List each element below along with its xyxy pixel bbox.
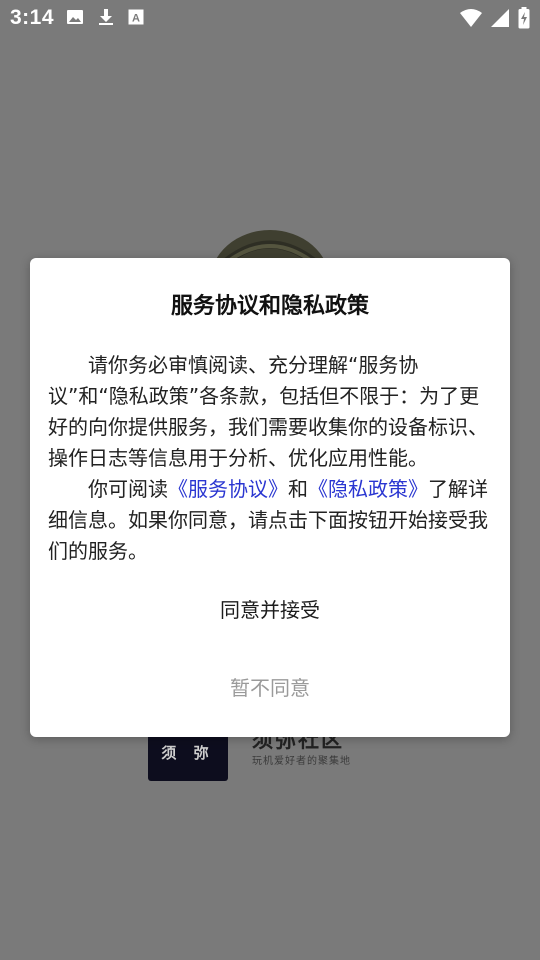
para2-and: 和 <box>288 477 308 501</box>
status-time: 3:14 <box>10 6 55 29</box>
svg-text:A: A <box>132 13 140 25</box>
text-icon: A <box>128 9 144 25</box>
brand-tagline: 玩机爱好者的聚集地 <box>252 756 351 767</box>
wifi-icon <box>460 8 482 28</box>
signal-icon <box>490 8 510 28</box>
notification-icons: A <box>66 8 144 26</box>
status-bar: 3:14 A <box>0 0 540 36</box>
battery-charging-icon <box>518 7 530 29</box>
privacy-policy-link[interactable]: 《隐私政策》 <box>308 477 428 501</box>
para2-prefix: 你可阅读 <box>88 477 168 501</box>
dialog-title: 服务协议和隐私政策 <box>170 294 369 319</box>
decline-button[interactable]: 暂不同意 <box>30 666 510 710</box>
dialog-body: 请你务必审慎阅读、充分理解“服务协议”和“隐私政策”各条款，包括但不限于：为了更… <box>48 350 492 567</box>
privacy-dialog: 服务协议和隐私政策 请你务必审慎阅读、充分理解“服务协议”和“隐私政策”各条款，… <box>30 258 510 737</box>
image-icon <box>66 8 84 26</box>
dialog-paragraph-2: 你可阅读《服务协议》和《隐私政策》了解详细信息。如果你同意，请点击下面按钮开始接… <box>48 474 492 567</box>
service-agreement-link[interactable]: 《服务协议》 <box>168 477 288 501</box>
dialog-paragraph-1: 请你务必审慎阅读、充分理解“服务协议”和“隐私政策”各条款，包括但不限于：为了更… <box>48 353 488 470</box>
agree-button[interactable]: 同意并接受 <box>30 588 510 632</box>
download-icon <box>98 8 114 26</box>
system-icons <box>460 7 530 29</box>
